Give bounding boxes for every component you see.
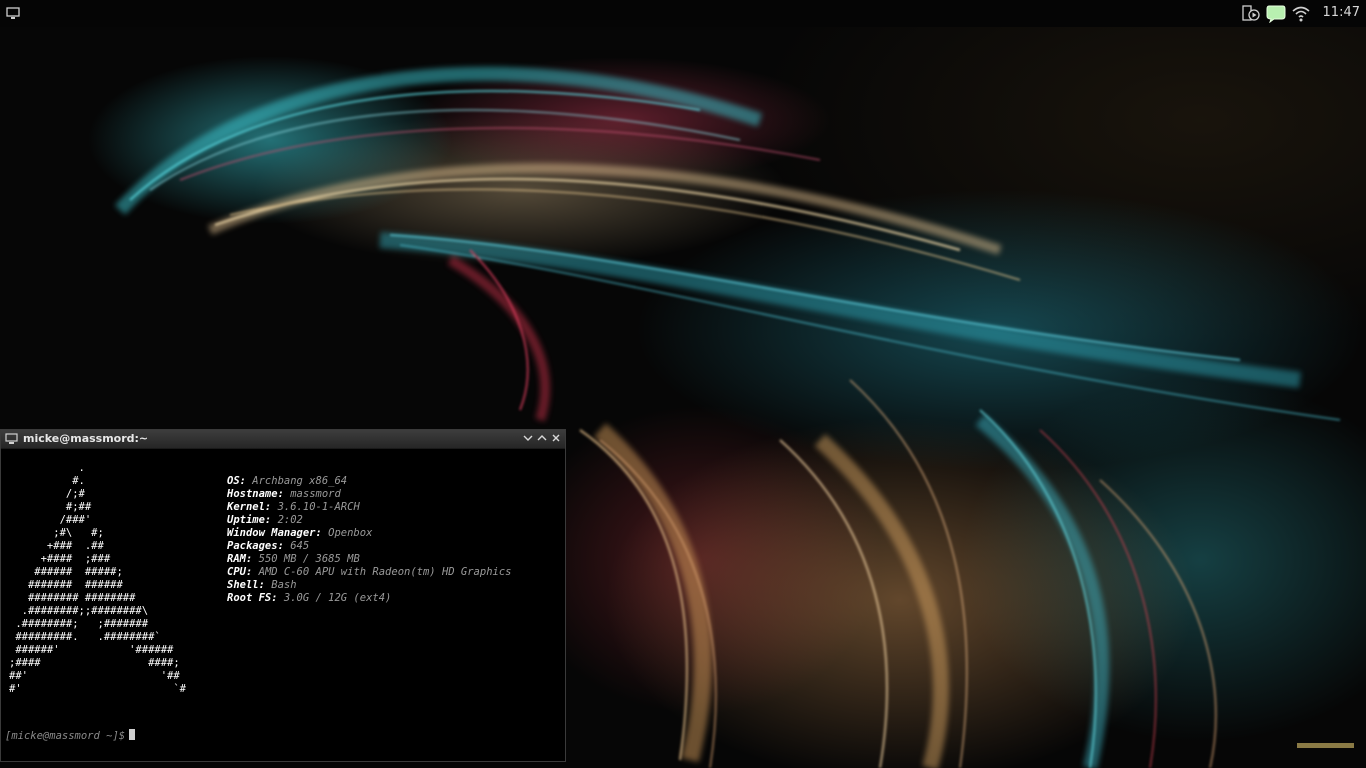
- info-value: 3.0G / 12G (ext4): [277, 592, 392, 604]
- wifi-icon[interactable]: [1292, 5, 1310, 22]
- ascii-logo-line: ###### #####;: [9, 566, 123, 578]
- desktop-menu-icon[interactable]: [6, 6, 20, 20]
- ascii-logo-line: /;#: [9, 488, 85, 500]
- minimize-button[interactable]: [522, 432, 534, 444]
- window-title: micke@massmord:~: [23, 432, 149, 445]
- info-value: 3.6.10-1-ARCH: [271, 501, 360, 513]
- info-value: 2:02: [271, 514, 303, 526]
- close-icon: [552, 434, 560, 442]
- info-key: Packages:: [227, 540, 284, 552]
- info-line: Kernel: 3.6.10-1-ARCH: [227, 501, 511, 514]
- info-line: Shell: Bash: [227, 579, 511, 592]
- info-line: CPU: AMD C-60 APU with Radeon(tm) HD Gra…: [227, 566, 511, 579]
- info-key: RAM:: [227, 553, 253, 565]
- info-key: Window Manager:: [227, 527, 322, 539]
- close-button[interactable]: [550, 432, 562, 444]
- ascii-logo-line: ######' '######: [9, 644, 174, 656]
- info-line: Hostname: massmord: [227, 488, 511, 501]
- info-value: AMD C-60 APU with Radeon(tm) HD Graphics: [252, 566, 512, 578]
- ascii-logo-line: .########;;########\: [9, 605, 149, 617]
- system-info: OS: Archbang x86_64 Hostname: massmord Ker…: [227, 475, 511, 605]
- terminal-window[interactable]: micke@massmord:~ . #. /;# #;## /###' ;#\…: [0, 429, 566, 762]
- ascii-logo-line: ;#\ #;: [9, 527, 104, 539]
- info-value: Bash: [264, 579, 297, 591]
- arch-ascii-logo: . #. /;# #;## /###' ;#\ #; +### .## +###…: [9, 462, 186, 696]
- info-line: Root FS: 3.0G / 12G (ext4): [227, 592, 511, 605]
- panel-clock[interactable]: 11:47: [1323, 5, 1360, 20]
- ascii-logo-line: ##' '##: [9, 670, 180, 682]
- ascii-logo-line: #.: [9, 475, 85, 487]
- ascii-logo-line: +#### ;###: [9, 553, 111, 565]
- info-value: 550 MB / 3685 MB: [252, 553, 360, 565]
- terminal-icon[interactable]: [5, 433, 18, 445]
- info-line: Uptime: 2:02: [227, 514, 511, 527]
- ascii-logo-line: #########. .########`: [9, 631, 161, 643]
- ascii-logo-line: ######## ########: [9, 592, 136, 604]
- info-key: Uptime:: [227, 514, 272, 526]
- info-key: OS:: [227, 475, 246, 487]
- info-line: OS: Archbang x86_64: [227, 475, 511, 488]
- info-line: RAM: 550 MB / 3685 MB: [227, 553, 511, 566]
- terminal-output[interactable]: . #. /;# #;## /###' ;#\ #; +### .## +###…: [1, 449, 565, 761]
- ascii-logo-line: .########; ;#######: [9, 618, 149, 630]
- info-key: Root FS:: [227, 592, 278, 604]
- top-panel: 11:47: [0, 0, 1366, 27]
- ascii-logo-line: ;#### ####;: [9, 657, 180, 669]
- info-key: Hostname:: [227, 488, 284, 500]
- ascii-logo-line: +### .##: [9, 540, 104, 552]
- info-line: Packages: 645: [227, 540, 511, 553]
- media-player-icon[interactable]: [1242, 5, 1260, 22]
- ascii-logo-line: .: [9, 462, 85, 474]
- prompt-text: [micke@massmord ~]$: [5, 730, 126, 742]
- info-value: Openbox: [321, 527, 373, 539]
- info-value: Archbang x86_64: [245, 475, 348, 487]
- info-line: Window Manager: Openbox: [227, 527, 511, 540]
- ascii-logo-line: /###': [9, 514, 92, 526]
- ascii-logo-line: #;##: [9, 501, 92, 513]
- maximize-button[interactable]: [536, 432, 548, 444]
- shell-prompt[interactable]: [micke@massmord ~]$: [5, 729, 136, 743]
- info-key: CPU:: [227, 566, 253, 578]
- info-key: Shell:: [227, 579, 265, 591]
- chevron-up-icon: [537, 435, 547, 441]
- window-titlebar[interactable]: micke@massmord:~: [1, 430, 565, 449]
- desktop-indicator: [1297, 743, 1354, 748]
- text-cursor: [129, 729, 136, 740]
- info-value: massmord: [283, 488, 341, 500]
- chevron-down-icon: [523, 435, 533, 441]
- info-value: 645: [283, 540, 310, 552]
- ascii-logo-line: ####### ######: [9, 579, 123, 591]
- ascii-logo-line: #' `#: [9, 683, 187, 695]
- info-key: Kernel:: [227, 501, 272, 513]
- chat-status-icon[interactable]: [1266, 4, 1286, 23]
